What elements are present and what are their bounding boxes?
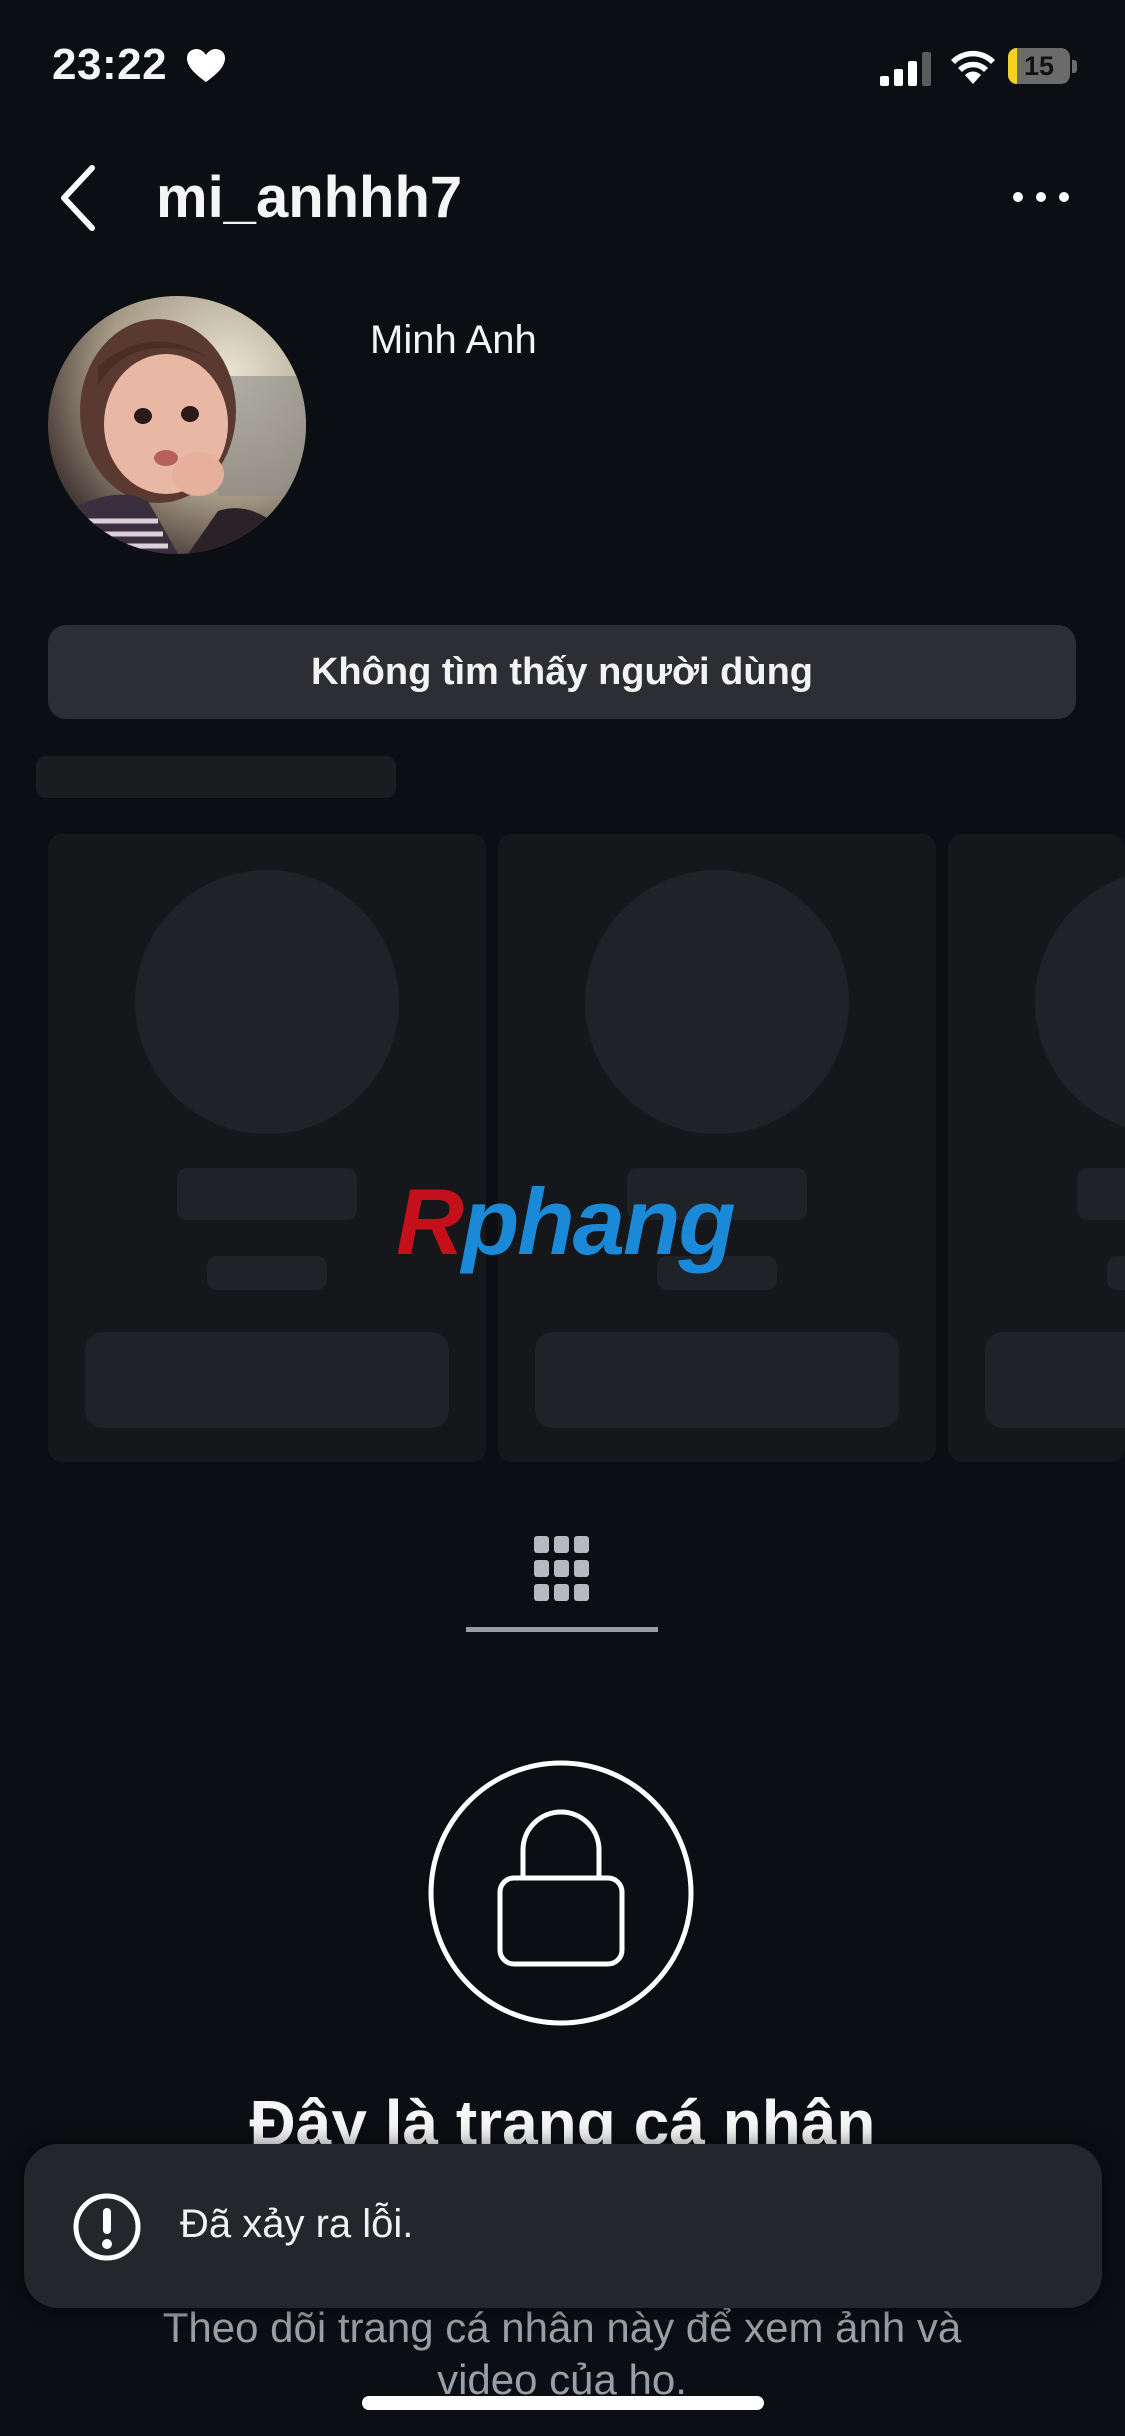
home-indicator[interactable] (362, 2396, 764, 2410)
status-time: 23:22 (52, 40, 168, 89)
suggestion-skeleton-card (48, 834, 486, 1462)
grid-icon (534, 1536, 589, 1601)
wifi-icon (951, 50, 995, 84)
toast-message: Đã xảy ra lỗi. (180, 2202, 414, 2246)
error-toast[interactable]: Đã xảy ra lỗi. (24, 2144, 1102, 2308)
suggestion-skeleton-card (948, 834, 1125, 1462)
battery-icon: 15 (1008, 48, 1078, 86)
battery-level: 15 (1023, 51, 1055, 81)
signal-icon (880, 52, 931, 86)
avatar[interactable] (48, 296, 306, 554)
alert-circle-icon (73, 2193, 141, 2261)
more-options-icon[interactable] (1010, 180, 1072, 214)
private-account-subtitle: Theo dõi trang cá nhân này để xem ảnh và… (162, 2304, 962, 2403)
suggestions-skeleton-title (36, 756, 396, 798)
lock-icon (428, 1760, 694, 2026)
profile-username: mi_anhhh7 (156, 165, 463, 230)
suggestion-skeleton-card (498, 834, 936, 1462)
tab-posts-grid[interactable] (466, 1532, 658, 1632)
watermark-logo: Rphang (396, 1169, 736, 1274)
tab-underline (466, 1627, 658, 1632)
user-not-found-button[interactable]: Không tìm thấy người dùng (48, 625, 1076, 719)
back-chevron-icon[interactable] (52, 160, 112, 236)
heart-icon (187, 49, 225, 82)
display-name: Minh Anh (370, 318, 537, 362)
